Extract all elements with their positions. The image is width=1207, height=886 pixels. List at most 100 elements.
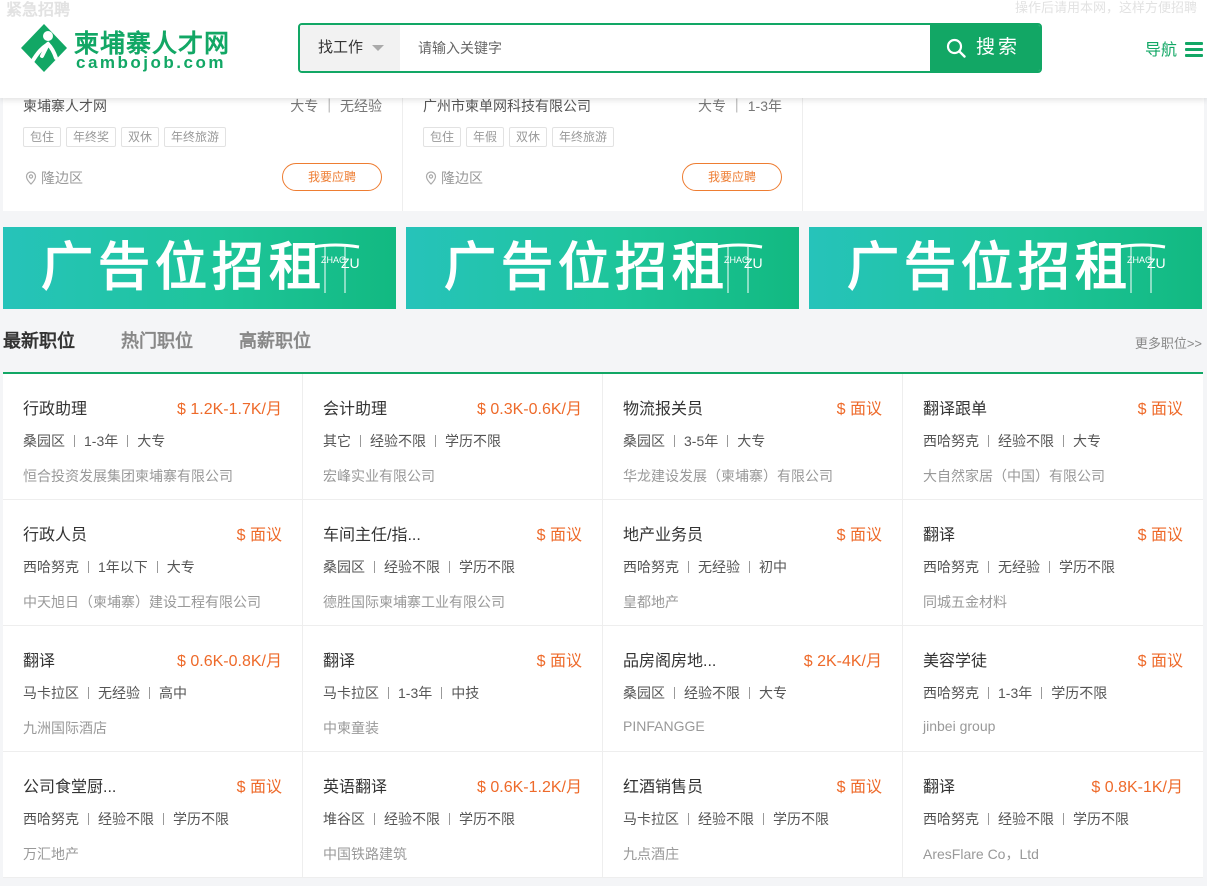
search-input[interactable] (400, 25, 932, 71)
job-listing[interactable]: 翻译 $ 0.8K-1K/月 西哈努克 经验不限 学历不限 AresFlare Co，Lt… (903, 752, 1203, 878)
job-listing[interactable]: 车间主任/指... $ 面议桑园区 经验不限 学历不限 德胜国际柬埔寨工业有限公司 (303, 500, 603, 626)
meta-separator (988, 813, 989, 825)
job-meta: 西哈努克 无经验 学历不限 (923, 557, 1115, 577)
job-company[interactable]: 德胜国际柬埔寨工业有限公司 (323, 592, 505, 612)
job-title[interactable]: 物流报关员 (623, 395, 703, 419)
job-meta: 西哈努克 无经验 初中 (623, 557, 787, 577)
job-title[interactable]: 翻译 (323, 647, 355, 671)
job-listing[interactable]: 会计助理 $ 0.3K-0.6K/月 其它 经验不限 学历不限 宏峰实业有限公司 (303, 374, 603, 500)
ad-banner[interactable]: 广告位招租 ZHAO ZU (809, 227, 1202, 309)
job-company[interactable]: jinbei group (923, 718, 995, 734)
job-title[interactable]: 翻译 (923, 521, 955, 545)
job-title[interactable]: 会计助理 (323, 395, 387, 419)
job-company[interactable]: 大自然家居（中国）有限公司 (923, 466, 1105, 486)
job-education: 学历不限 (1059, 559, 1115, 575)
job-listing[interactable]: 地产业务员 $ 面议西哈努克 无经验 初中 皇都地产 (603, 500, 903, 626)
company-name: 柬埔寨人才网 (23, 98, 107, 114)
tab-latest-jobs[interactable]: 最新职位 (3, 327, 75, 353)
meta-separator (149, 687, 150, 699)
job-title[interactable]: 公司食堂厨... (23, 773, 116, 797)
job-company[interactable]: 九洲国际酒店 (23, 718, 107, 738)
job-listing[interactable]: 行政助理 $ 1.2K-1.7K/月 桑园区 1-3年 大专 恒合投资发展集团柬埔寨有限公… (3, 374, 303, 500)
job-company[interactable]: 中天旭日（柬埔寨）建设工程有限公司 (23, 592, 261, 612)
job-title[interactable]: 地产业务员 (623, 521, 703, 545)
ad-banner[interactable]: 广告位招租 ZHAO ZU (406, 227, 799, 309)
job-experience: 经验不限 (698, 811, 754, 827)
job-salary: $ 面议 (836, 527, 882, 544)
job-company[interactable]: 华龙建设发展（柬埔寨）有限公司 (623, 466, 833, 486)
job-salary: $ 面议 (836, 401, 882, 418)
meta-separator (763, 813, 764, 825)
ad-sub-text: ZHAO (321, 255, 347, 265)
job-title[interactable]: 英语翻译 (323, 773, 387, 797)
ad-text: 广告位招租 (41, 239, 327, 297)
job-salary: $ 1.2K-1.7K/月 (177, 401, 282, 418)
logo-person-icon (21, 24, 67, 72)
job-meta: 桑园区 经验不限 学历不限 (323, 557, 515, 577)
job-area: 桑园区 (623, 685, 665, 701)
job-listing[interactable]: 翻译 $ 面议 马卡拉区 1-3年 中技 中柬童装 (303, 626, 603, 752)
meta-separator (674, 687, 675, 699)
job-listing[interactable]: 品房阁房地... $ 2K-4K/月 桑园区 经验不限 大专 PINFANGGE (603, 626, 903, 752)
job-listing[interactable]: 行政人员 $ 面议 西哈努克 1年以下 大专 中天旭日（柬埔寨）建设工程有限公司 (3, 500, 303, 626)
job-listing[interactable]: 公司食堂厨... $ 面议 西哈努克 经验不限 学历不限 万汇地产 (3, 752, 303, 878)
job-meta: 西哈努克 经验不限 大专 (923, 431, 1101, 451)
job-list: 行政助理 $ 1.2K-1.7K/月 桑园区 1-3年 大专 恒合投资发展集团柬埔寨有限公… (3, 374, 1203, 878)
meta-separator (127, 435, 129, 447)
job-company[interactable]: 中柬童装 (323, 718, 379, 738)
benefit-tag: 年假 (466, 127, 505, 147)
job-title[interactable]: 红酒销售员 (623, 773, 703, 797)
job-education: 学历不限 (459, 559, 515, 575)
job-title[interactable]: 翻译 (23, 647, 55, 671)
job-education: 中技 (451, 685, 480, 701)
ad-banner[interactable]: 广告位招租 ZHAO ZU (3, 227, 396, 309)
job-listing[interactable]: 英语翻译 $ 0.6K-1.2K/月 堆谷区 经验不限 学历不限 中国铁路建筑 (303, 752, 603, 878)
job-company[interactable]: 九点酒庄 (623, 844, 679, 864)
job-title[interactable]: 车间主任/指... (323, 521, 421, 545)
job-area: 其它 (323, 433, 351, 449)
job-listing[interactable]: 美容学徒 $ 面议 西哈努克 1-3年 学历不限 jinbei group (903, 626, 1203, 752)
job-company[interactable]: 万汇地产 (23, 844, 79, 864)
job-salary: $ 面议 (536, 653, 582, 670)
job-title[interactable]: 行政助理 (23, 395, 87, 419)
urgent-job-card[interactable]: 广州市柬单网科技有限公司 大专 ｜ 1-3年 包住 年假 双休 年终旅游 隆边区 我要… (403, 98, 803, 211)
search-type-dropdown[interactable]: 找工作 (300, 25, 400, 71)
job-company[interactable]: 皇都地产 (623, 592, 679, 612)
job-title[interactable]: 美容学徒 (923, 647, 987, 671)
job-title[interactable]: 翻译 (923, 773, 955, 797)
job-company[interactable]: 同城五金材料 (923, 592, 1007, 612)
job-listing[interactable]: 红酒销售员 $ 面议 马卡拉区 经验不限 学历不限 九点酒庄 (603, 752, 903, 878)
job-title[interactable]: 翻译跟单 (923, 395, 987, 419)
tab-high-salary-jobs[interactable]: 高薪职位 (239, 327, 311, 353)
job-listing[interactable]: 物流报关员 $ 面议 桑园区 3-5年 大专 华龙建设发展（柬埔寨）有限公司 (603, 374, 903, 500)
job-title[interactable]: 品房阁房地... (623, 647, 716, 671)
job-company[interactable]: 中国铁路建筑 (323, 844, 407, 864)
more-jobs-link[interactable]: 更多职位>> (1135, 333, 1202, 352)
job-salary: $ 2K-4K/月 (803, 653, 882, 670)
job-education: 学历不限 (773, 811, 829, 827)
apply-button[interactable]: 我要应聘 (282, 163, 382, 191)
apply-button[interactable]: 我要应聘 (682, 163, 782, 191)
urgent-job-card[interactable]: 柬埔寨人才网 大专 ｜ 无经验 包住 年终奖 双休 年终旅游 隆边区 我要应聘 (3, 98, 403, 211)
job-company[interactable]: 恒合投资发展集团柬埔寨有限公司 (23, 466, 233, 486)
tab-hot-jobs[interactable]: 热门职位 (121, 327, 193, 353)
job-title[interactable]: 行政人员 (23, 521, 87, 545)
nav-menu-button[interactable]: 导航 (1145, 36, 1204, 60)
job-listing[interactable]: 翻译跟单 $ 面议 西哈努克 经验不限 大专 大自然家居（中国）有限公司 (903, 374, 1203, 500)
job-listing[interactable]: 翻译 $ 0.6K-0.8K/月 马卡拉区 无经验 高中 九洲国际酒店 (3, 626, 303, 752)
job-salary: $ 面议 (536, 527, 582, 544)
caret-down-icon (372, 45, 384, 51)
meta-separator (749, 687, 750, 699)
benefit-tag: 年终旅游 (552, 127, 615, 147)
job-company[interactable]: 宏峰实业有限公司 (323, 466, 435, 486)
job-listing[interactable]: 翻译 $ 面议 西哈努克 无经验 学历不限 同城五金材料 (903, 500, 1203, 626)
job-experience: 经验不限 (684, 685, 740, 701)
job-company[interactable]: AresFlare Co，Ltd (923, 844, 1039, 864)
job-salary: $ 0.8K-1K/月 (1091, 779, 1183, 796)
search-button[interactable]: 搜索 (930, 25, 1040, 71)
job-experience: 无经验 (98, 685, 140, 701)
site-logo[interactable]: 柬埔寨人才网 cambojob.com (18, 22, 233, 78)
job-meta: 堆谷区 经验不限 学历不限 (323, 809, 515, 829)
job-company[interactable]: PINFANGGE (623, 718, 705, 734)
job-salary: $ 面议 (836, 779, 882, 796)
